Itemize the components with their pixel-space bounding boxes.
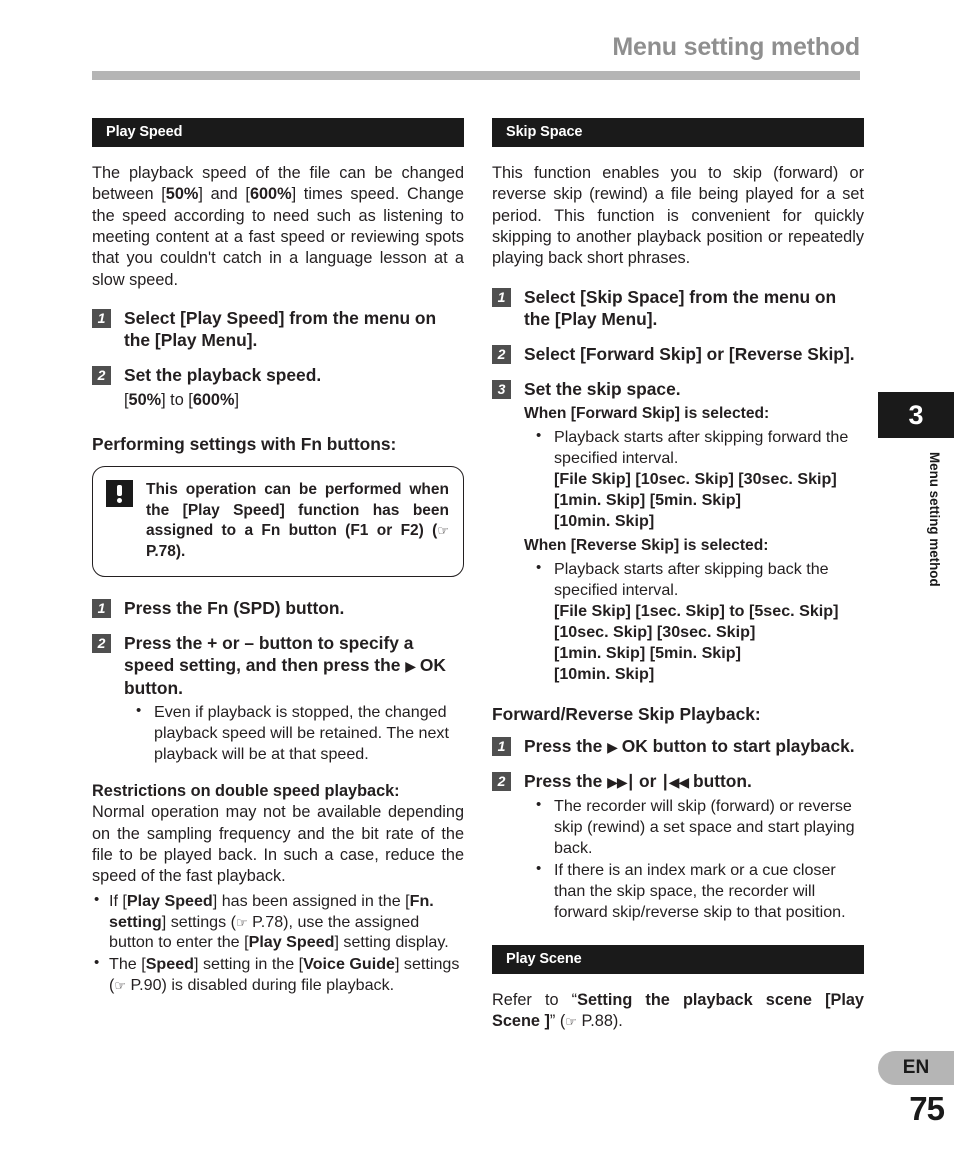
forward-skip-options: [File Skip] [10sec. Skip] [30sec. Skip][… [554, 470, 837, 531]
step-number-badge: 3 [492, 380, 511, 399]
playback-step-2: 2 Press the ▶▶┃ or ┃◀◀ button. The recor… [492, 770, 864, 922]
step-number-badge: 2 [92, 366, 111, 386]
list-item: If [Play Speed] has been assigned in the… [92, 890, 464, 954]
step-number-badge: 2 [492, 344, 511, 364]
play-speed-intro: The playback speed of the file can be ch… [92, 164, 464, 289]
fn-buttons-heading: Performing settings with Fn buttons: [92, 433, 397, 454]
forward-skip-bullet-text: Playback starts after skipping forward t… [554, 428, 849, 468]
step-1-play-speed: 1 Select [Play Speed] from the menu on t… [92, 307, 464, 351]
skip-space-intro: This function enables you to skip (forwa… [492, 164, 864, 268]
step-3-skip-space: 3 Set the skip space. When [Forward Skip… [492, 378, 864, 685]
language-badge: EN [878, 1051, 954, 1085]
step-number-badge: 1 [492, 736, 511, 756]
page-header: Menu setting method [92, 33, 860, 80]
step-text: Set the skip space. [524, 379, 681, 399]
reverse-skip-bullet-text: Playback starts after skipping back the … [554, 560, 829, 600]
step-number-badge: 2 [492, 772, 511, 792]
fn-step-2-bullets: Even if playback is stopped, the changed… [124, 701, 464, 765]
right-column: Skip Space This function enables you to … [492, 118, 864, 1048]
step-text: Press the + or – button to specify a spe… [124, 633, 446, 699]
step-text: Press the ▶▶┃ or ┃◀◀ button. [524, 771, 752, 792]
list-item: The [Speed] setting in the [Voice Guide]… [92, 953, 464, 996]
step-text: Press the ▶ OK button to start playback. [524, 735, 855, 756]
step-1-skip-space: 1 Select [Skip Space] from the menu on t… [492, 286, 864, 330]
step-text: Select [Skip Space] from the menu on the… [524, 286, 837, 329]
step-text: Press the Fn (SPD) button. [124, 598, 345, 619]
restriction-bullets: If [Play Speed] has been assigned in the… [92, 890, 464, 997]
note-box: This operation can be performed when the… [92, 466, 464, 578]
step-2-skip-space: 2 Select [Forward Skip] or [Reverse Skip… [492, 343, 864, 365]
chapter-label: Menu setting method [927, 452, 942, 587]
note-text: This operation can be performed when the… [146, 481, 449, 560]
restrictions-heading: Restrictions on double speed playback: [92, 781, 400, 800]
step-number-badge: 1 [92, 309, 111, 329]
page-number: 75 [909, 1090, 945, 1127]
forward-skip-bullets: Playback starts after skipping forward t… [524, 426, 864, 532]
left-column: Play Speed The playback speed of the fil… [92, 118, 464, 997]
reverse-skip-bullets: Playback starts after skipping back the … [524, 558, 864, 685]
forward-skip-heading: When [Forward Skip] is selected: [524, 405, 770, 423]
step-text: Select [Forward Skip] or [Reverse Skip]. [524, 343, 855, 364]
step-text: Set the playback speed. [124, 365, 322, 386]
play-scene-text: Refer to “Setting the playback scene [Pl… [492, 990, 864, 1030]
step-number-badge: 2 [92, 634, 111, 654]
content-columns: Play Speed The playback speed of the fil… [92, 118, 864, 1128]
step-number-badge: 1 [492, 287, 511, 307]
exclamation-icon [106, 480, 133, 508]
header-rule [92, 70, 860, 80]
list-item: If there is an index mark or a cue close… [524, 859, 864, 923]
restrictions-text: Normal operation may not be available de… [92, 803, 464, 886]
step-sub-text: [50%] to [600%] [124, 391, 239, 410]
list-item: Playback starts after skipping forward t… [524, 426, 864, 532]
section-header-skip-space: Skip Space [492, 118, 864, 147]
section-header-play-speed: Play Speed [92, 118, 464, 147]
step-text: Select [Play Speed] from the menu on the… [124, 308, 437, 351]
list-item: Playback starts after skipping back the … [524, 558, 864, 685]
reverse-skip-options: [File Skip] [1sec. Skip] to [5sec. Skip]… [554, 602, 839, 683]
section-header-play-scene: Play Scene [492, 944, 864, 974]
page-title: Menu setting method [612, 33, 860, 61]
fn-step-2: 2 Press the + or – button to specify a s… [92, 632, 464, 765]
skip-playback-heading: Forward/Reverse Skip Playback: [492, 703, 761, 724]
reverse-skip-heading: When [Reverse Skip] is selected: [524, 536, 769, 554]
chapter-number-tab: 3 [878, 392, 954, 438]
step-2-play-speed: 2 Set the playback speed. [50%] to [600%… [92, 364, 464, 411]
list-item: The recorder will skip (forward) or reve… [524, 795, 864, 859]
playback-step-1: 1 Press the ▶ OK button to start playbac… [492, 735, 864, 758]
playback-step-2-bullets: The recorder will skip (forward) or reve… [524, 795, 864, 923]
list-item: Even if playback is stopped, the changed… [124, 701, 464, 765]
step-number-badge: 1 [92, 599, 111, 619]
fn-step-1: 1 Press the Fn (SPD) button. [92, 597, 464, 619]
